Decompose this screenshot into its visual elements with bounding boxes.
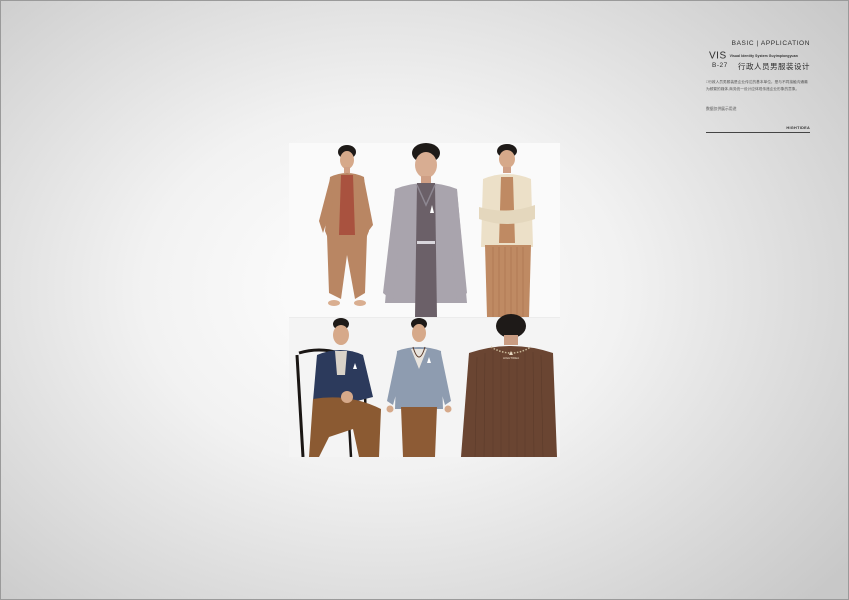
photo-grey-cardigan: [383, 143, 467, 317]
section-label: BASIC | APPLICATION: [731, 40, 810, 47]
note-text: 数据仅供展示用途: [706, 107, 737, 111]
description-text: □行政人员男服装是企业传达的基本单位。是与不同接触沟通最为频繁的媒体,商务统一设…: [706, 80, 808, 91]
brand-logo: HIGHTIDEA: [786, 126, 810, 130]
page-code: B-27: [712, 62, 728, 69]
photo-blue-vneck: [386, 318, 452, 457]
photo-navy-jacket-seated: [295, 318, 381, 457]
photo-tan-outfit: [319, 145, 373, 306]
header-rule: [706, 132, 810, 133]
page-title: 行政人员男服装设计: [738, 62, 810, 71]
photo-brown-knit-back: HIGHTIDEA: [461, 314, 557, 457]
vis-subtitle: Visual Identity System Guyimpiongyuan: [729, 53, 798, 58]
photo-cream-cardigan: [479, 144, 535, 317]
vis-label: VIS: [709, 50, 727, 62]
uniform-photo-collage: HIGHTIDEA: [289, 143, 560, 457]
svg-text:HIGHTIDEA: HIGHTIDEA: [503, 356, 519, 360]
